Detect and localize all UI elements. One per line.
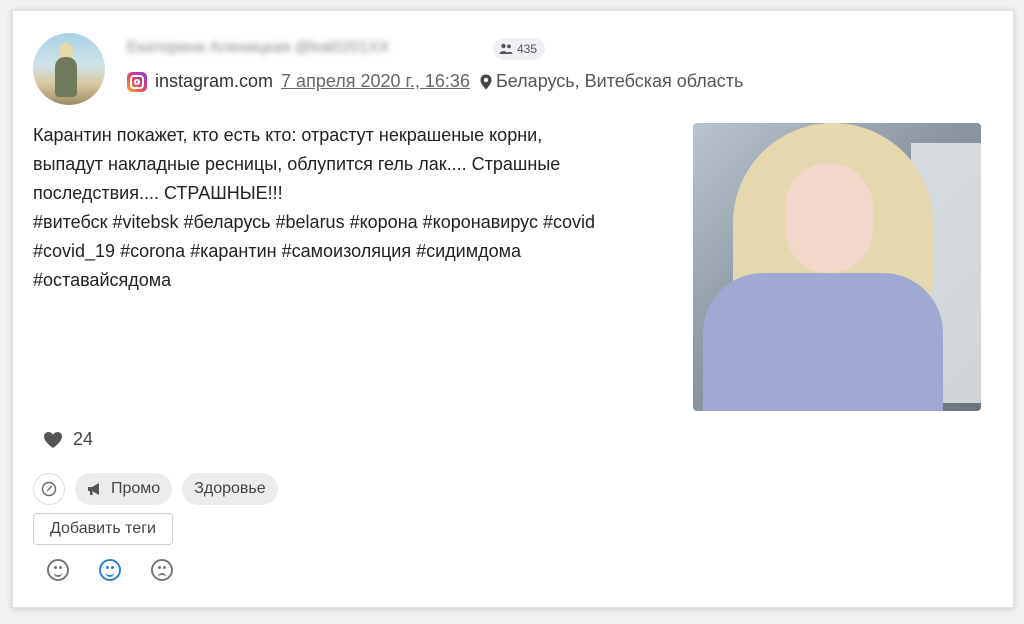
instagram-icon [127, 71, 147, 92]
edit-tags-button[interactable] [33, 473, 65, 505]
post-text: Карантин покажет, кто есть кто: отрастут… [33, 121, 683, 295]
post-card: Екатерина Аленицкая @kat0201XX 435 insta… [12, 10, 1014, 608]
neutral-face-icon[interactable] [99, 559, 121, 581]
source-link[interactable]: instagram.com [155, 71, 273, 92]
post-hashtags-line[interactable]: #витебск #vitebsk #беларусь #belarus #ко… [33, 208, 683, 237]
followers-badge: 435 [493, 38, 546, 60]
post-hashtags-line[interactable]: #covid_19 #corona #карантин #самоизоляци… [33, 237, 683, 266]
add-tags-button[interactable]: Добавить теги [33, 513, 173, 545]
sentiment-reactions [47, 559, 173, 581]
negative-face-icon[interactable] [151, 559, 173, 581]
post-text-line: последствия.... СТРАШНЫЕ!!! [33, 183, 283, 203]
map-pin-icon [480, 74, 492, 89]
post-text-line: Карантин покажет, кто есть кто: отрастут… [33, 125, 543, 145]
post-hashtags-line[interactable]: #оставайсядома [33, 266, 683, 295]
people-icon [499, 43, 513, 54]
post-text-line: выпадут накладные ресницы, облупится гел… [33, 154, 561, 174]
post-location: Беларусь, Витебская область [495, 71, 744, 91]
heart-icon [44, 431, 62, 448]
tag-promo[interactable]: Промо [75, 473, 173, 505]
positive-face-icon[interactable] [47, 559, 69, 581]
author-name[interactable]: Екатерина Аленицкая @kat0201XX [127, 39, 389, 57]
photo-shirt [703, 273, 943, 411]
megaphone-icon [88, 483, 99, 495]
followers-count: 435 [517, 42, 538, 56]
tag-promo-label: Промо [111, 480, 161, 497]
edit-pencil-icon [41, 481, 57, 497]
tags-row: Промо Здоровье [33, 473, 278, 505]
likes[interactable]: 24 [43, 429, 93, 450]
photo-face [785, 163, 873, 273]
author-avatar[interactable] [33, 33, 105, 105]
likes-count: 24 [73, 429, 94, 449]
post-photo[interactable] [693, 123, 981, 411]
post-meta: instagram.com 7 апреля 2020 г., 16:36 Бе… [127, 71, 743, 92]
tag-health-label: Здоровье [194, 480, 266, 497]
avatar-figure-body [55, 57, 77, 97]
tag-health[interactable]: Здоровье [182, 473, 278, 505]
post-date-link[interactable]: 7 апреля 2020 г., 16:36 [281, 71, 470, 92]
